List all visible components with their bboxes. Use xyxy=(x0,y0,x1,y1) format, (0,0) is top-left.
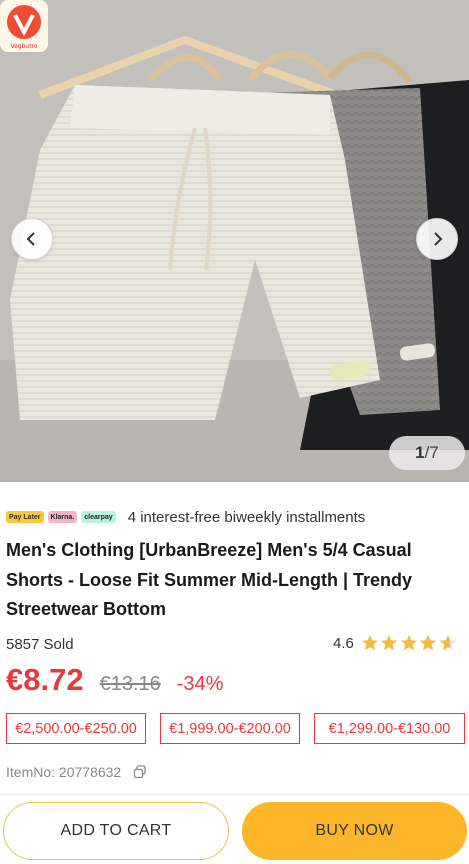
buy-now-button[interactable]: BUY NOW xyxy=(242,802,467,860)
image-counter-current: 1 xyxy=(415,443,425,462)
chevron-left-icon xyxy=(26,232,35,246)
chevron-right-icon xyxy=(434,232,443,246)
star-icon xyxy=(420,635,437,651)
star-icon xyxy=(400,635,417,651)
item-number-row: ItemNo: 20778632 xyxy=(6,764,147,780)
tier-price-2[interactable]: €1,999.00-€200.00 xyxy=(160,713,300,744)
add-to-cart-button[interactable]: ADD TO CART xyxy=(3,802,229,860)
rating-stars xyxy=(361,634,459,652)
installments-text: 4 interest-free biweekly installments xyxy=(127,508,366,526)
star-icon xyxy=(439,635,456,651)
sold-count: 5857 Sold xyxy=(6,636,74,653)
original-price: €13.16 xyxy=(99,673,161,695)
product-image-gallery[interactable]: Vegbutro 1 / 7 xyxy=(0,0,469,482)
copy-icon[interactable] xyxy=(133,765,147,779)
star-icon xyxy=(381,635,398,651)
product-title: Men's Clothing [UrbanBreeze] Men's 5/4 C… xyxy=(6,540,413,619)
klarna-badge: Klarna. xyxy=(47,511,78,523)
item-number: ItemNo: 20778632 xyxy=(6,764,122,780)
divider xyxy=(0,794,469,795)
payment-options-row[interactable]: Pay Later Klarna. clearpay 4 interest-fr… xyxy=(6,506,365,528)
rating-value: 4.6 xyxy=(333,634,354,652)
image-counter-total: 7 xyxy=(429,443,439,462)
current-price: €8.72 xyxy=(6,662,84,697)
star-icon xyxy=(361,635,378,651)
tier-price-3[interactable]: €1,299.00-€130.00 xyxy=(314,713,465,744)
brand-badge-label: Vegbutro xyxy=(10,43,37,50)
next-image-button[interactable] xyxy=(416,218,458,260)
discount-badge: -34% xyxy=(176,673,224,695)
clearpay-badge: clearpay xyxy=(81,511,116,523)
price-row: €8.72 €13.16 -34% xyxy=(6,662,223,698)
brand-badge-icon: Vegbutro xyxy=(0,0,48,52)
paylater-badge: Pay Later xyxy=(6,511,44,523)
product-image xyxy=(0,0,469,482)
tier-price-1[interactable]: €2,500.00-€250.00 xyxy=(6,713,146,744)
rating[interactable]: 4.6 xyxy=(333,634,458,652)
tier-price-list: €2,500.00-€250.00 €1,999.00-€200.00 €1,2… xyxy=(6,713,465,744)
image-counter: 1 / 7 xyxy=(389,436,465,470)
previous-image-button[interactable] xyxy=(11,218,53,260)
